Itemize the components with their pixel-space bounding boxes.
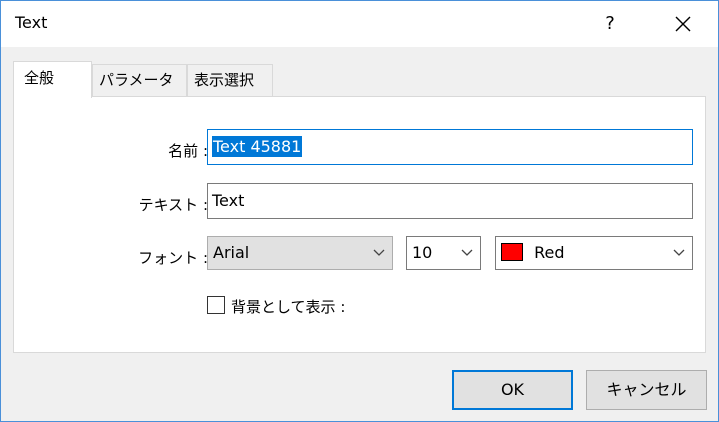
text-label: テキスト : — [138, 196, 208, 214]
help-button[interactable]: ? — [595, 9, 625, 39]
cancel-button[interactable]: キャンセル — [586, 370, 707, 410]
ok-button[interactable]: OK — [452, 370, 573, 410]
font-family-select[interactable]: Arial — [207, 236, 393, 270]
close-button[interactable] — [665, 9, 701, 39]
font-size-value: 10 — [412, 243, 433, 262]
name-label: 名前 : — [168, 142, 208, 160]
color-value: Red — [534, 243, 565, 262]
background-checkbox[interactable] — [207, 296, 225, 314]
text-input[interactable]: Text — [207, 183, 693, 219]
name-input[interactable]: Text 45881 — [207, 129, 693, 165]
title-bar: Text ? — [1, 1, 718, 47]
font-family-value: Arial — [213, 243, 250, 262]
dialog-window: Text ? 全般 パラメーター 表示選択 名前 : Text 45881 テキ… — [0, 0, 719, 422]
name-input-value: Text 45881 — [212, 136, 303, 157]
font-label: フォント : — [138, 249, 208, 267]
window-title: Text — [15, 13, 48, 32]
tab-general[interactable]: 全般 — [13, 61, 92, 98]
chevron-down-icon — [461, 249, 473, 256]
tab-parameters[interactable]: パラメーター — [92, 64, 187, 119]
chevron-down-icon — [673, 249, 685, 256]
chevron-down-icon — [373, 249, 385, 256]
close-icon — [675, 16, 691, 32]
color-swatch — [501, 243, 523, 261]
background-label: 背景として表示 : — [231, 298, 346, 316]
color-select[interactable]: Red — [495, 236, 693, 270]
tab-panel-general: 名前 : Text 45881 テキスト : Text フォント : Arial… — [13, 96, 706, 353]
tab-visualization[interactable]: 表示選択 — [187, 64, 273, 96]
font-size-select[interactable]: 10 — [406, 236, 481, 270]
